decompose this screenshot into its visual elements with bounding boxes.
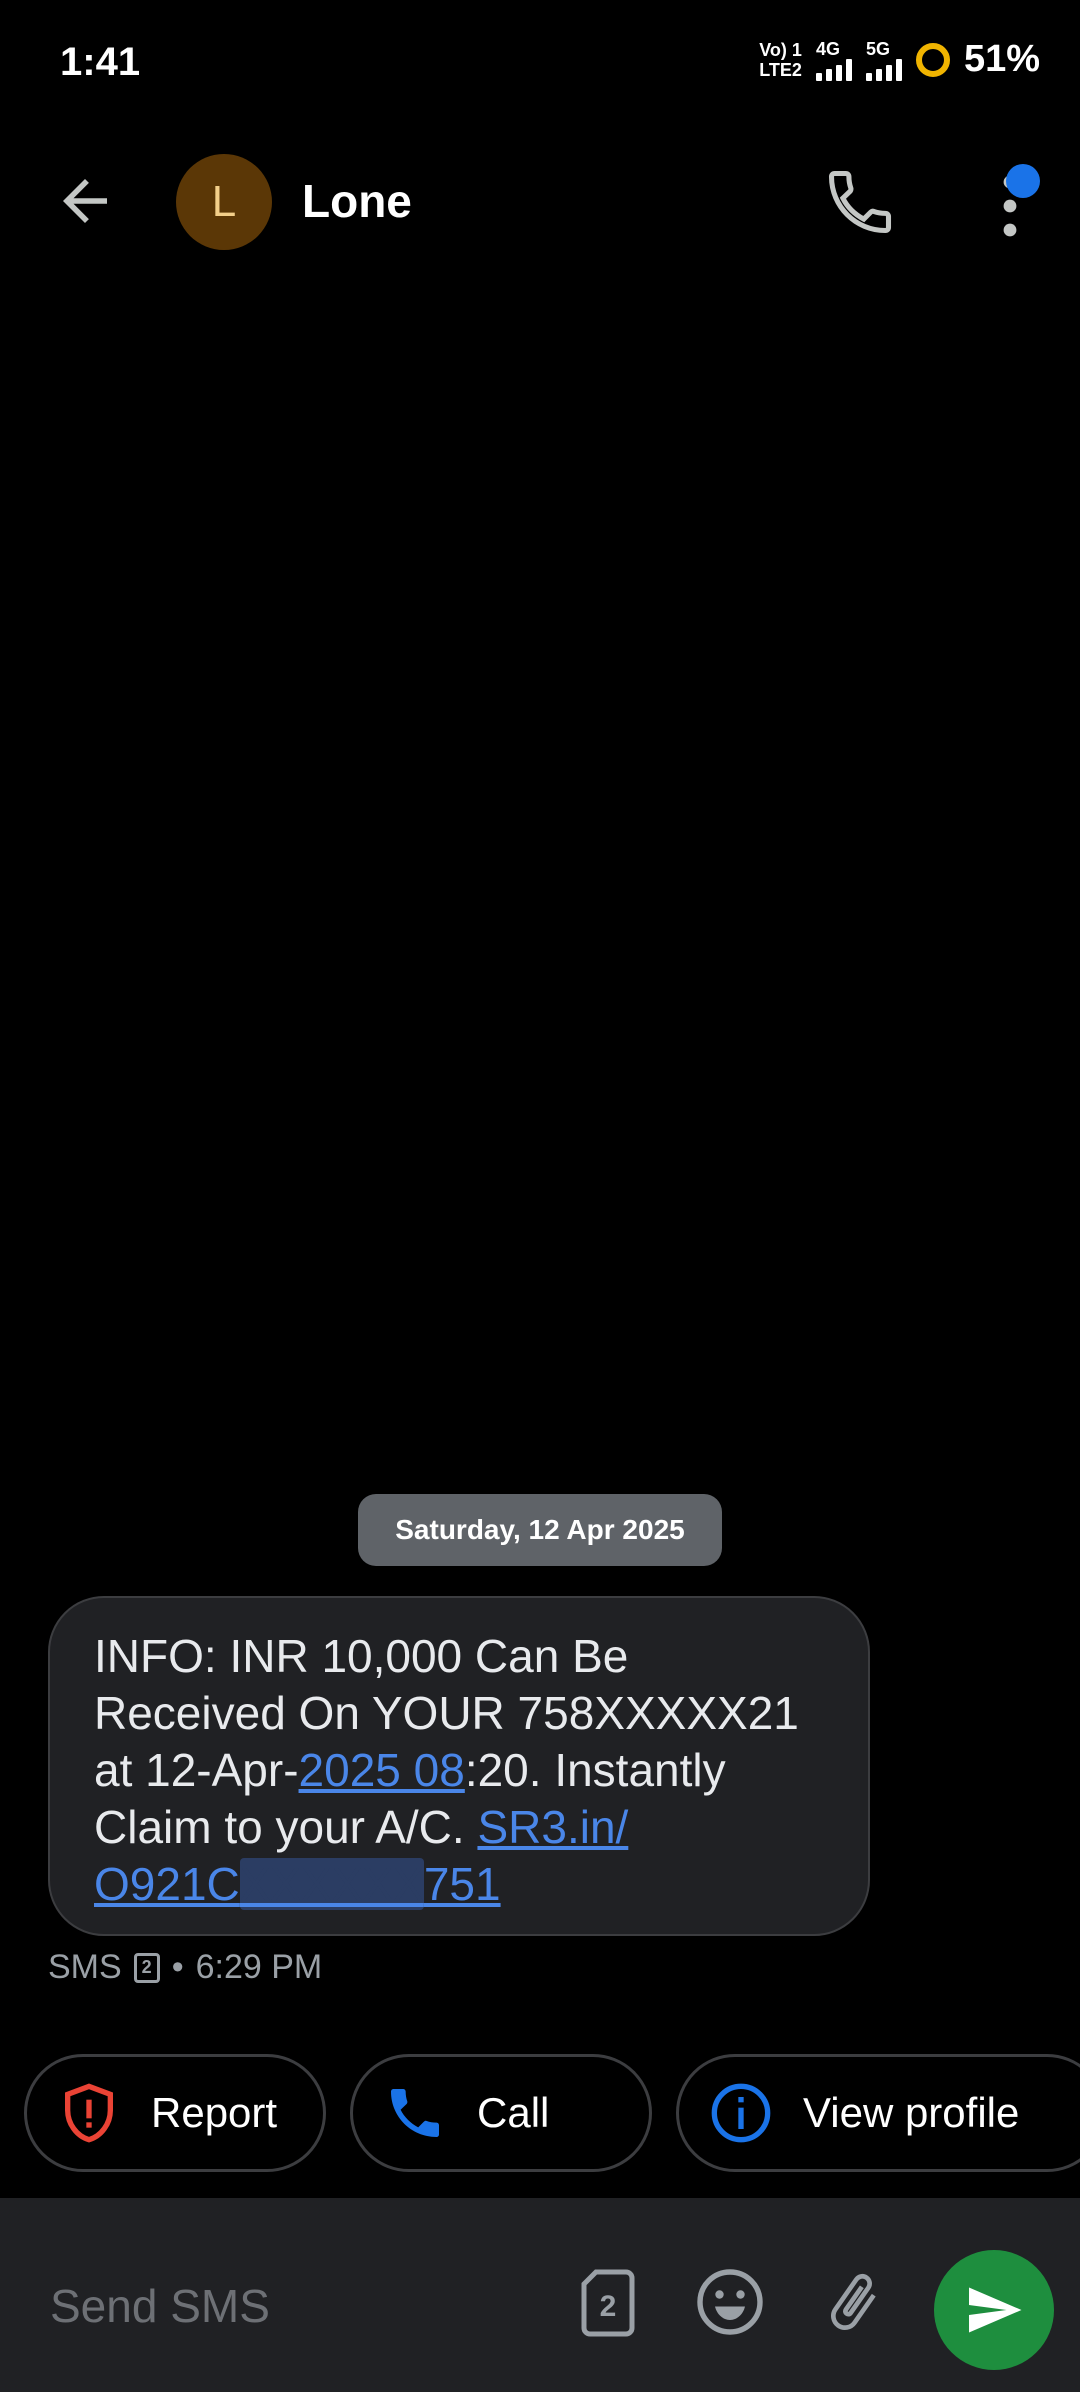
url-link-part: SR3.in/ (477, 1801, 629, 1853)
contact-name[interactable]: Lone (302, 174, 412, 228)
call-chip-button[interactable]: Call (350, 2054, 652, 2172)
url-link-part: O921C (94, 1858, 240, 1910)
compose-bar: 2 (0, 2198, 1080, 2392)
redacted-block: XXXXXX (239, 1858, 424, 1910)
signal-icon (815, 58, 852, 81)
back-arrow-icon (63, 179, 107, 223)
report-shield-icon (65, 2083, 113, 2143)
report-button[interactable]: Report (24, 2054, 326, 2172)
send-button[interactable] (934, 2250, 1054, 2370)
message-type: SMS (48, 1948, 122, 1986)
sim-card-icon: 2 (581, 2269, 635, 2337)
message-text: INFO: INR 10,000 Can Be Received On YOUR… (94, 1628, 824, 1913)
status-icons: Vo) 1 LTE2 4G 5G 51% (759, 38, 1040, 81)
volte-indicator: Vo) 1 LTE2 (759, 40, 802, 80)
meta-separator: • (171, 1948, 184, 1986)
emoji-icon (697, 2269, 763, 2335)
sim2-signal: 5G (865, 38, 902, 81)
send-icon (969, 2287, 1022, 2333)
lte2-label: LTE2 (759, 59, 802, 80)
message-time: 6:29 PM (195, 1948, 323, 1986)
messaging-screen: 1:41 Vo) 1 LTE2 4G 5G 51% L Lone Saturda… (0, 0, 1080, 2392)
back-button[interactable] (52, 168, 118, 234)
emoji-button[interactable] (694, 2266, 766, 2338)
status-bar: 1:41 Vo) 1 LTE2 4G 5G 51% (0, 0, 1080, 130)
sim-icon: 2 (133, 1952, 160, 1983)
avatar[interactable]: L (176, 154, 272, 250)
paperclip-icon (831, 2273, 876, 2330)
volte-label: Vo) 1 (759, 39, 802, 60)
sim1-signal: 4G (815, 38, 852, 81)
call-label: Call (477, 2089, 550, 2136)
date-link[interactable]: 2025 08 (299, 1744, 465, 1796)
phone-icon (391, 2089, 439, 2137)
battery-icon (915, 42, 950, 77)
5g-label: 5G (865, 38, 890, 59)
attach-button[interactable] (818, 2264, 888, 2340)
view-profile-button[interactable]: View profile (676, 2054, 1080, 2172)
message-input[interactable] (48, 2278, 532, 2334)
status-time: 1:41 (60, 40, 141, 84)
info-icon (711, 2083, 771, 2143)
4g-label: 4G (815, 38, 840, 59)
message-meta: SMS 2 • 6:29 PM (48, 1948, 322, 1987)
sim-select-button[interactable]: 2 (580, 2268, 636, 2338)
url-link-part: 751 (423, 1858, 501, 1910)
report-label: Report (151, 2089, 278, 2136)
view-profile-label: View profile (803, 2089, 1020, 2136)
call-button[interactable] (822, 164, 898, 240)
phone-icon (828, 170, 892, 234)
sim-number: 2 (600, 2290, 617, 2323)
conversation-header: L Lone (0, 150, 1080, 250)
message-bubble[interactable]: INFO: INR 10,000 Can Be Received On YOUR… (48, 1596, 870, 1936)
signal-icon (865, 58, 902, 81)
battery-percent: 51% (963, 38, 1040, 80)
date-separator: Saturday, 12 Apr 2025 (358, 1494, 722, 1566)
notification-dot (1006, 164, 1040, 198)
